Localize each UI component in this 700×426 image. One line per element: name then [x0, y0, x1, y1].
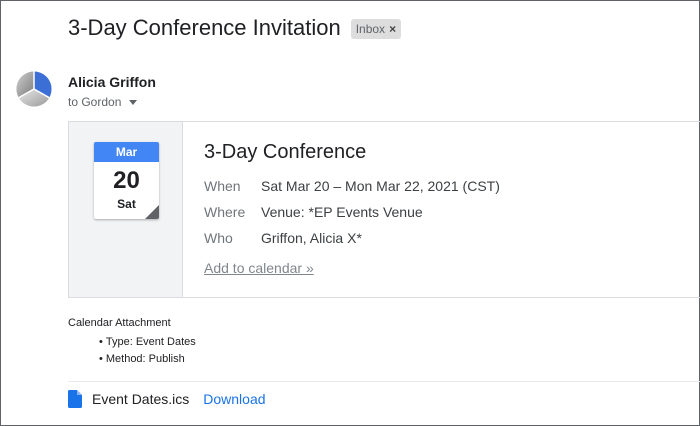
- calendar-month: Mar: [94, 142, 159, 162]
- calendar-attachment-info: Calendar Attachment Type: Event Dates Me…: [68, 317, 196, 368]
- chevron-down-icon: [129, 99, 138, 105]
- calendar-invite-card: Mar 20 Sat 3-Day Conference When Sat Mar …: [68, 121, 700, 298]
- when-label: When: [204, 178, 241, 194]
- email-subject: 3-Day Conference Invitation: [68, 15, 341, 40]
- sender-name: Alicia Griffon: [68, 74, 156, 90]
- event-title: 3-Day Conference: [204, 141, 367, 163]
- attachment-file-name[interactable]: Event Dates.ics: [92, 391, 189, 407]
- add-to-calendar-link[interactable]: Add to calendar »: [204, 260, 314, 276]
- when-value: Sat Mar 20 – Mon Mar 22, 2021 (CST): [261, 178, 500, 194]
- recipient-text: to Gordon: [68, 95, 122, 109]
- event-when-row: When Sat Mar 20 – Mon Mar 22, 2021 (CST): [204, 178, 500, 194]
- subject-row: 3-Day Conference Invitation Inbox ×: [68, 15, 402, 41]
- calendar-date-icon: Mar 20 Sat: [94, 142, 159, 219]
- file-icon: [68, 390, 82, 408]
- calendar-day: 20: [113, 167, 140, 194]
- event-details: 3-Day Conference When Sat Mar 20 – Mon Ma…: [183, 122, 700, 297]
- attachment-heading: Calendar Attachment: [68, 317, 171, 329]
- attachment-file-row: Event Dates.ics Download: [68, 390, 266, 408]
- where-value: Venue: *EP Events Venue: [261, 204, 423, 220]
- divider: [68, 381, 700, 382]
- remove-label-button[interactable]: ×: [389, 22, 396, 36]
- calendar-icon-panel: Mar 20 Sat: [69, 122, 183, 297]
- event-where-row: Where Venue: *EP Events Venue: [204, 204, 423, 220]
- sender-avatar[interactable]: [16, 71, 52, 107]
- recipient-details-toggle[interactable]: to Gordon: [68, 95, 138, 109]
- who-value: Griffon, Alicia X*: [261, 230, 362, 246]
- page-fold-icon: [145, 205, 159, 219]
- attachment-type-item: Type: Event Dates: [99, 334, 196, 351]
- who-label: Who: [204, 230, 233, 246]
- event-who-row: Who Griffon, Alicia X*: [204, 230, 362, 246]
- label-chip-text: Inbox: [355, 22, 386, 36]
- download-link[interactable]: Download: [203, 391, 265, 407]
- where-label: Where: [204, 204, 246, 220]
- attachment-details-list: Type: Event Dates Method: Publish: [99, 334, 196, 368]
- inbox-label-chip[interactable]: Inbox ×: [350, 19, 402, 39]
- attachment-method-item: Method: Publish: [99, 351, 196, 368]
